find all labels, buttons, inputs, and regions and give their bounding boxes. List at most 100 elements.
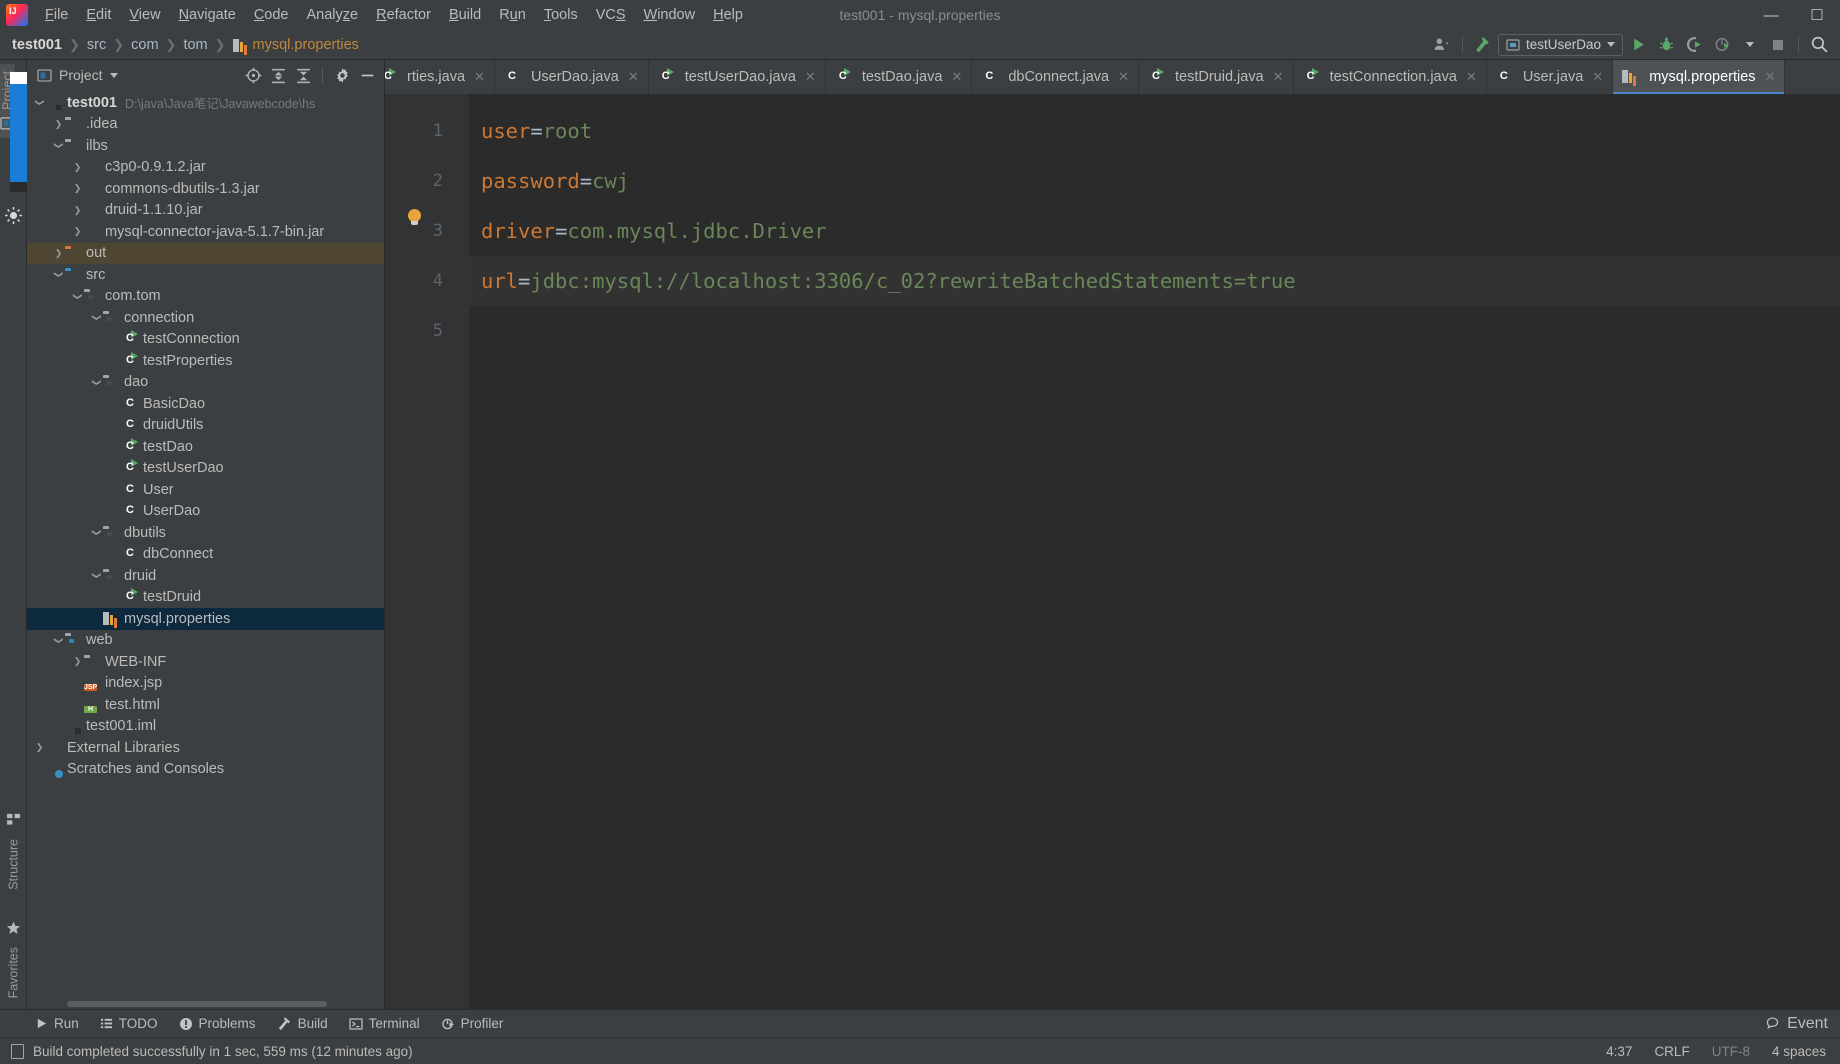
sidebar-item-structure[interactable]: Structure: [0, 805, 27, 897]
tree-node--idea[interactable]: ❯ .idea: [27, 114, 384, 136]
close-icon[interactable]: ✕: [628, 69, 639, 85]
menu-navigate[interactable]: Navigate: [170, 3, 245, 27]
tree-node-druid[interactable]: ❯ druid: [27, 565, 384, 587]
tree-node-commons-dbutils-1-3-jar[interactable]: ❯ commons-dbutils-1.3.jar: [27, 178, 384, 200]
close-icon[interactable]: ✕: [1118, 69, 1129, 85]
profiler-icon[interactable]: [1709, 33, 1735, 57]
tree-node-basicdao[interactable]: BasicDao: [27, 393, 384, 415]
code-line[interactable]: driver=com.mysql.jdbc.Driver: [469, 206, 1840, 256]
project-tree[interactable]: ❯ test001 D:\java\Java笔记\Javawebcode\hs ❯ .i…: [27, 90, 384, 999]
sidebar-item-favorites[interactable]: Favorites: [0, 913, 27, 1005]
chevron-right-icon[interactable]: ❯: [71, 183, 84, 194]
editor-tab-mysql-properties[interactable]: mysql.properties ✕: [1613, 60, 1786, 94]
run-with-coverage-icon[interactable]: [1681, 33, 1707, 57]
tree-node-external-libraries[interactable]: ❯ External Libraries: [27, 737, 384, 759]
bottom-tab-terminal[interactable]: Terminal: [340, 1013, 429, 1034]
close-icon[interactable]: ✕: [1273, 69, 1284, 85]
tree-node-connection[interactable]: ❯ connection: [27, 307, 384, 329]
tree-node-test001[interactable]: ❯ test001 D:\java\Java笔记\Javawebcode\hs: [27, 92, 384, 114]
tree-node-test001-iml[interactable]: test001.iml: [27, 716, 384, 738]
chevron-right-icon[interactable]: ❯: [71, 656, 84, 667]
chevron-down-icon[interactable]: ❯: [91, 311, 102, 324]
tree-node-testdruid[interactable]: testDruid: [27, 587, 384, 609]
project-scroll-indicator[interactable]: [10, 72, 27, 192]
code-line[interactable]: user=root: [469, 106, 1840, 156]
build-hammer-icon[interactable]: [1470, 33, 1496, 57]
bottom-tab-build[interactable]: Build: [268, 1013, 337, 1034]
tree-node-mysql-properties[interactable]: mysql.properties: [27, 608, 384, 630]
user-icon[interactable]: [1429, 33, 1455, 57]
tree-node-testproperties[interactable]: testProperties: [27, 350, 384, 372]
hide-icon[interactable]: [356, 64, 378, 86]
menu-analyze[interactable]: Analyze: [298, 3, 368, 27]
menu-refactor[interactable]: Refactor: [367, 3, 440, 27]
tree-node-druid-1-1-10-jar[interactable]: ❯ druid-1.1.10.jar: [27, 200, 384, 222]
tree-node-test-html[interactable]: Htest.html: [27, 694, 384, 716]
chevron-right-icon[interactable]: ❯: [71, 226, 84, 237]
line-separator[interactable]: CRLF: [1654, 1044, 1689, 1059]
chevron-down-icon[interactable]: ❯: [91, 376, 102, 389]
breadcrumb-item-com[interactable]: com: [131, 37, 158, 53]
chevron-down-icon[interactable]: ❯: [91, 569, 102, 582]
code-line[interactable]: url=jdbc:mysql://localhost:3306/c_02?rew…: [469, 256, 1840, 306]
close-icon[interactable]: ✕: [474, 69, 485, 85]
menu-file[interactable]: File: [36, 3, 77, 27]
collapse-all-icon[interactable]: [292, 64, 314, 86]
chevron-down-icon[interactable]: ❯: [34, 96, 45, 109]
code-line[interactable]: [469, 306, 1840, 356]
menu-edit[interactable]: Edit: [77, 3, 120, 27]
chevron-right-icon[interactable]: ❯: [71, 162, 84, 173]
tree-node-web-inf[interactable]: ❯ WEB-INF: [27, 651, 384, 673]
chevron-right-icon[interactable]: ❯: [71, 205, 84, 216]
locate-icon[interactable]: [242, 64, 264, 86]
close-icon[interactable]: ✕: [1592, 69, 1603, 85]
editor-tab-bar[interactable]: rties.java ✕ UserDao.java ✕ testUserDao.java…: [385, 60, 1840, 94]
editor-tab-userdao-java[interactable]: UserDao.java ✕: [495, 60, 649, 94]
breadcrumb-item-tom[interactable]: tom: [183, 37, 207, 53]
chevron-down-icon[interactable]: ❯: [91, 526, 102, 539]
tree-node-dbutils[interactable]: ❯ dbutils: [27, 522, 384, 544]
editor[interactable]: 12345 user=root password=cwj driver=com.my…: [385, 94, 1840, 1009]
tree-node-mysql-connector-java-5-1-7-bin-jar[interactable]: ❯ mysql-connector-java-5.1.7-bin.jar: [27, 221, 384, 243]
tree-node-testuserdao[interactable]: testUserDao: [27, 458, 384, 480]
chevron-right-icon[interactable]: ❯: [33, 742, 46, 753]
tree-node-testconnection[interactable]: testConnection: [27, 329, 384, 351]
debug-icon[interactable]: [1653, 33, 1679, 57]
maximize-button[interactable]: ☐: [1794, 0, 1840, 30]
tree-node-index-jsp[interactable]: JSP index.jsp: [27, 673, 384, 695]
tree-node-c3p0-0-9-1-2-jar[interactable]: ❯ c3p0-0.9.1.2.jar: [27, 157, 384, 179]
bottom-tab-run[interactable]: Run: [26, 1013, 88, 1034]
project-horizontal-scrollbar[interactable]: [27, 999, 384, 1009]
menu-window[interactable]: Window: [635, 3, 705, 27]
tree-node-testdao[interactable]: testDao: [27, 436, 384, 458]
editor-tab-user-java[interactable]: User.java ✕: [1487, 60, 1614, 94]
editor-tab-testdao-java[interactable]: testDao.java ✕: [826, 60, 973, 94]
indent-setting[interactable]: 4 spaces: [1772, 1044, 1826, 1059]
menu-build[interactable]: Build: [440, 3, 490, 27]
tree-node-web[interactable]: ❯ web: [27, 630, 384, 652]
run-configuration-selector[interactable]: testUserDao: [1497, 33, 1623, 56]
tree-node-dbconnect[interactable]: dbConnect: [27, 544, 384, 566]
close-icon[interactable]: ✕: [1765, 69, 1776, 85]
close-icon[interactable]: ✕: [951, 69, 962, 85]
caret-position[interactable]: 4:37: [1606, 1044, 1632, 1059]
breadcrumb-item-project[interactable]: test001: [12, 37, 62, 53]
code-content[interactable]: user=root password=cwj driver=com.mysql.jd…: [469, 94, 1840, 1009]
tree-node-userdao[interactable]: UserDao: [27, 501, 384, 523]
editor-tab-dbconnect-java[interactable]: dbConnect.java ✕: [972, 60, 1139, 94]
chevron-down-icon[interactable]: ❯: [53, 634, 64, 647]
tree-node-ilbs[interactable]: ❯ ilbs: [27, 135, 384, 157]
bottom-tab-problems[interactable]: Problems: [170, 1013, 265, 1034]
scroll-thumb[interactable]: [67, 1001, 327, 1007]
scroll-thumb[interactable]: [10, 84, 27, 182]
tree-node-src[interactable]: ❯ src: [27, 264, 384, 286]
tree-node-com-tom[interactable]: ❯ com.tom: [27, 286, 384, 308]
close-icon[interactable]: ✕: [1466, 69, 1477, 85]
menu-code[interactable]: Code: [245, 3, 298, 27]
stop-icon[interactable]: [1765, 33, 1791, 57]
tree-node-out[interactable]: ❯ out: [27, 242, 384, 264]
bottom-tab-todo[interactable]: TODO: [91, 1013, 167, 1034]
menu-view[interactable]: View: [120, 3, 169, 27]
tree-node-scratches-and-consoles[interactable]: Scratches and Consoles: [27, 759, 384, 781]
intention-bulb-icon[interactable]: [407, 209, 422, 228]
